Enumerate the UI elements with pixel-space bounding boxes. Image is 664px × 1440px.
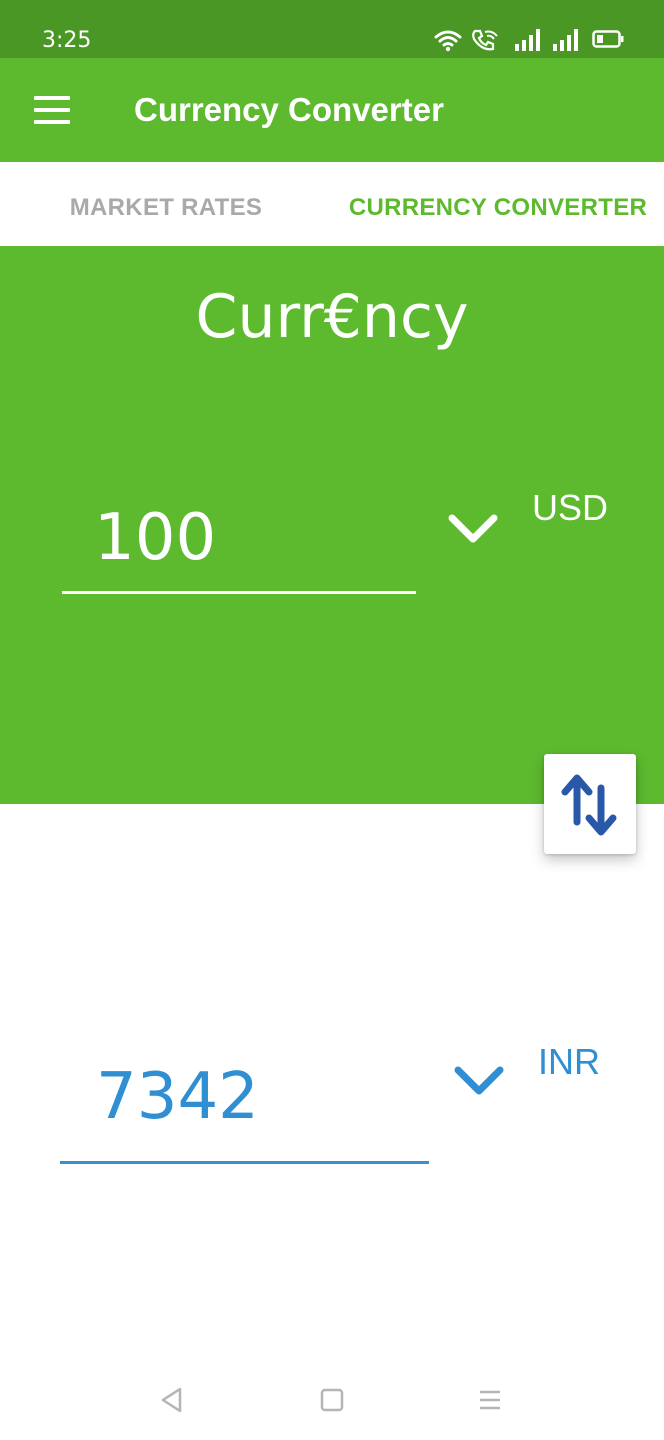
chevron-down-icon[interactable] <box>446 512 500 546</box>
converter-from-panel: Curr€ncy USD <box>0 246 664 804</box>
from-currency-selector[interactable]: USD <box>532 486 608 530</box>
hamburger-menu-icon[interactable] <box>34 96 70 124</box>
back-icon[interactable] <box>158 1386 186 1414</box>
tab-market-rates[interactable]: MARKET RATES <box>0 162 332 250</box>
status-time: 3:25 <box>42 28 92 53</box>
tab-currency-converter[interactable]: CURRENCY CONVERTER <box>332 162 664 250</box>
system-nav-bar <box>0 1360 664 1440</box>
to-currency-selector[interactable]: INR <box>538 1040 600 1084</box>
app-bar: Currency Converter <box>0 58 664 162</box>
app-title: Currency Converter <box>134 91 444 128</box>
from-amount-input[interactable] <box>62 484 416 594</box>
tab-bar: MARKET RATES CURRENCY CONVERTER <box>0 162 664 250</box>
to-amount-input[interactable] <box>60 1032 429 1164</box>
recents-icon[interactable] <box>476 1386 504 1414</box>
currency-logo-text: Curr€ncy <box>195 282 469 352</box>
swap-button[interactable] <box>544 754 636 854</box>
signal-icon <box>553 29 578 51</box>
wifi-calling-icon <box>472 29 498 51</box>
battery-icon <box>592 30 624 48</box>
home-icon[interactable] <box>318 1386 346 1414</box>
wifi-icon <box>434 30 462 52</box>
status-bar: 3:25 <box>0 0 664 58</box>
chevron-down-icon[interactable] <box>452 1064 506 1098</box>
signal-icon <box>515 29 540 51</box>
swap-vertical-icon <box>561 774 617 836</box>
